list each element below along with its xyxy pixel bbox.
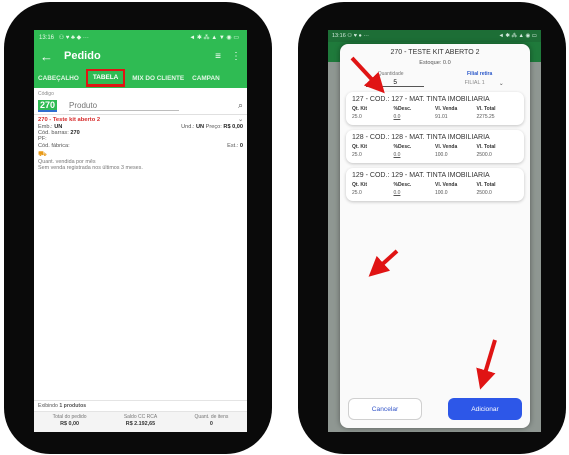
kit-item-card: 128 - COD.: 128 - MAT. TINTA IMOBILIARIA… (346, 130, 524, 163)
kit-item-card: 129 - COD.: 129 - MAT. TINTA IMOBILIARIA… (346, 168, 524, 201)
kit-item-card: 127 - COD.: 127 - MAT. TINTA IMOBILIARIA… (346, 92, 524, 125)
search-row: 270 ⌕ (34, 97, 247, 115)
dialog-title: 270 - TESTE KIT ABERTO 2 (390, 49, 480, 56)
order-total: Total do pedido R$ 0,00 (53, 414, 87, 427)
cancel-button[interactable]: Cancelar (348, 398, 422, 420)
chevron-down-icon[interactable]: ⌄ (238, 117, 243, 123)
kit-item-title: 129 - COD.: 129 - MAT. TINTA IMOBILIARIA (352, 172, 490, 179)
add-button[interactable]: Adicionar (448, 398, 522, 420)
more-menu-icon[interactable]: ⋮ (231, 51, 241, 62)
tab-campanhas[interactable]: CAMPAN (188, 68, 224, 88)
discount-input[interactable]: 0.0 (394, 152, 436, 158)
kit-qty-value: 25.0 (352, 114, 362, 120)
notification-icons: ⚇ ♥ ● ··· (347, 33, 369, 39)
sales-note: Sem venda registrada nos últimos 3 meses… (38, 165, 143, 171)
col-qt-kit: Qt. Kit (352, 144, 367, 150)
system-icons: ◄ ✱ ⁂ ▲ ◉ ▭ (498, 33, 537, 39)
product-title: 270 - Teste kit aberto 2 (38, 117, 101, 123)
status-time: 13:16 (332, 33, 346, 39)
system-icons: ◄ ✱ ⁂ ▲ ▼ ◉ ▭ (189, 34, 239, 41)
col-vl-venda: Vl. Venda (435, 144, 458, 150)
pf-label: PF: (38, 136, 47, 142)
col-vl-total: Vl. Total (476, 106, 496, 112)
order-screen: 13:16 ⚇ ♥ ♣ ◆ ··· ◄ ✱ ⁂ ▲ ▼ ◉ ▭ ← Pedido… (34, 30, 247, 432)
branch-value: FILIAL 1 (464, 80, 485, 86)
kit-dialog-screen: 13:16 ⚇ ♥ ● ··· ◄ ✱ ⁂ ▲ ◉ ▭ 270 - TESTE … (328, 30, 541, 432)
col-qt-kit: Qt. Kit (352, 182, 367, 188)
items-count-label: Quant. de itens (194, 414, 229, 420)
code-field[interactable]: 270 (38, 99, 58, 112)
order-total-label: Total do pedido (52, 414, 87, 420)
product-search-input[interactable] (69, 100, 180, 111)
sale-value: 100.0 (435, 152, 448, 158)
discount-input[interactable]: 0.0 (394, 114, 436, 120)
kit-dialog: 270 - TESTE KIT ABERTO 2 Estoque: 0.0 Qu… (340, 44, 530, 428)
col-vl-total: Vl. Total (476, 144, 496, 150)
total-value: 2500.0 (476, 152, 492, 158)
und-value: UN (196, 124, 205, 130)
code-label: Código (38, 91, 54, 97)
total-value: 2500.0 (476, 190, 492, 196)
branch-label: Filial retira (466, 71, 493, 77)
rca-balance-value: R$ 2.192,65 (125, 421, 156, 427)
chevron-down-icon: ⌄ (498, 80, 504, 87)
items-count-value: 0 (209, 421, 213, 427)
sale-value: 100.0 (435, 190, 448, 196)
col-desc: %Desc. (393, 144, 412, 150)
col-desc: %Desc. (393, 106, 412, 112)
app-bar: ← Pedido ≡ ⋮ (34, 44, 247, 68)
kit-qty-value: 25.0 (352, 190, 362, 196)
und-label: Und.: (181, 124, 195, 130)
factory-code-label: Cód. fábrica: (38, 143, 70, 149)
col-vl-venda: Vl. Venda (435, 182, 458, 188)
product-item[interactable]: 270 - Teste kit aberto 2 ⌄ Emb.: UN Und.:… (34, 115, 247, 173)
discount-input[interactable]: 0.0 (394, 190, 436, 196)
stock-value: 0 (239, 143, 243, 149)
count-prefix: Exibindo (38, 403, 58, 409)
barcode-value: 270 (70, 130, 80, 136)
back-arrow-icon[interactable]: ← (40, 49, 58, 64)
tab-tabela[interactable]: TABELA (85, 69, 126, 87)
items-count: Quant. de itens 0 (194, 414, 228, 427)
rca-balance: Saldo CC RCA R$ 2.192,65 (124, 414, 157, 427)
stock-label: Est.: (227, 143, 239, 149)
page-title: Pedido (64, 50, 101, 62)
order-total-value: R$ 0,00 (60, 421, 80, 427)
col-desc: %Desc. (393, 182, 412, 188)
kit-item-title: 128 - COD.: 128 - MAT. TINTA IMOBILIARIA (352, 134, 490, 141)
phone-frame-left: 13:16 ⚇ ♥ ♣ ◆ ··· ◄ ✱ ⁂ ▲ ▼ ◉ ▭ ← Pedido… (4, 2, 272, 454)
tab-bar: CABEÇALHO TABELA MIX DO CLIENTE CAMPAN (34, 68, 247, 88)
status-bar: 13:16 ⚇ ♥ ● ··· ◄ ✱ ⁂ ▲ ◉ ▭ (328, 30, 541, 42)
tab-cabecalho[interactable]: CABEÇALHO (34, 68, 83, 88)
col-qt-kit: Qt. Kit (352, 106, 367, 112)
status-bar: 13:16 ⚇ ♥ ♣ ◆ ··· ◄ ✱ ⁂ ▲ ▼ ◉ ▭ (34, 30, 247, 44)
preco-label: Preço: (205, 124, 222, 130)
kit-item-title: 127 - COD.: 127 - MAT. TINTA IMOBILIARIA (352, 96, 490, 103)
order-footer: Exibindo 1 produtos Total do pedido R$ 0,… (34, 400, 247, 432)
quantity-input[interactable] (366, 79, 425, 87)
preco-value: R$ 0,00 (223, 124, 243, 130)
basket-icon: ⛟ (38, 151, 47, 158)
branch-select[interactable]: FILIAL 1 ⌄ (465, 80, 504, 87)
count-value: 1 produtos (59, 403, 87, 409)
col-vl-venda: Vl. Venda (435, 106, 458, 112)
kit-qty-value: 25.0 (352, 152, 362, 158)
stock-info: Estoque: 0.0 (419, 60, 451, 66)
rca-balance-label: Saldo CC RCA (123, 414, 158, 420)
products-count: Exibindo 1 produtos (34, 401, 247, 412)
quantity-label: Quantidade (377, 71, 404, 77)
sale-value: 91.01 (435, 114, 448, 120)
notification-icons: ⚇ ♥ ♣ ◆ ··· (58, 34, 89, 41)
phone-frame-right: 13:16 ⚇ ♥ ● ··· ◄ ✱ ⁂ ▲ ◉ ▭ 270 - TESTE … (298, 2, 566, 454)
col-vl-total: Vl. Total (476, 182, 496, 188)
filter-icon[interactable]: ≡ (215, 51, 221, 62)
total-value: 2275.25 (476, 114, 495, 120)
status-time: 13:16 (39, 34, 55, 41)
tab-mix-do-cliente[interactable]: MIX DO CLIENTE (128, 68, 188, 88)
search-icon[interactable]: ⌕ (238, 100, 243, 111)
